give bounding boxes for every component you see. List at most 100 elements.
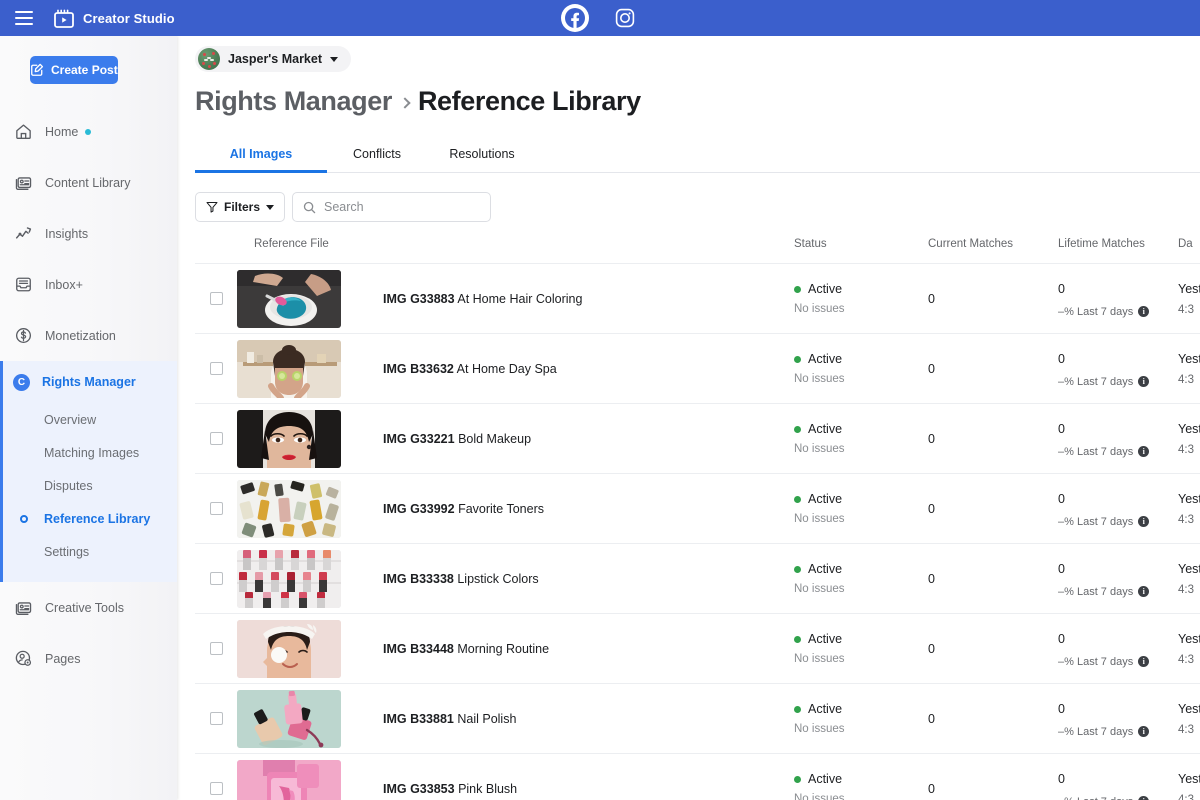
tab-conflicts[interactable]: Conflicts xyxy=(327,136,427,172)
search-box[interactable] xyxy=(292,192,492,222)
search-input[interactable] xyxy=(324,200,475,214)
reference-thumbnail[interactable] xyxy=(237,759,341,800)
table-row[interactable]: IMG G33221 Bold Makeup Active No issues … xyxy=(195,404,1200,474)
reference-file-title: Bold Makeup xyxy=(458,431,532,446)
sidebar-item-rights-manager[interactable]: C Rights Manager xyxy=(3,361,177,403)
reference-file-cell[interactable]: IMG G33992 Favorite Toners xyxy=(237,479,794,538)
info-icon[interactable]: i xyxy=(1138,306,1150,317)
sidebar-item-overview[interactable]: Overview xyxy=(3,403,177,436)
create-post-button[interactable]: Create Post xyxy=(30,56,118,84)
account-switcher[interactable]: Jasper's Market xyxy=(195,46,352,72)
reference-thumbnail[interactable] xyxy=(237,479,341,538)
sidebar-subitem-label: Reference Library xyxy=(44,511,151,526)
row-checkbox[interactable] xyxy=(209,782,223,795)
instagram-icon[interactable] xyxy=(611,4,639,32)
table-row[interactable]: IMG B33881 Nail Polish Active No issues … xyxy=(195,684,1200,754)
reference-thumbnail[interactable] xyxy=(237,409,341,468)
main-content: Jasper's Market Rights Manager Reference… xyxy=(177,36,1200,800)
filters-button[interactable]: Filters xyxy=(195,192,286,222)
lifetime-trend-label: –% Last 7 days xyxy=(1058,725,1134,738)
reference-file-cell[interactable]: IMG B33881 Nail Polish xyxy=(237,689,794,748)
info-icon[interactable]: i xyxy=(1138,516,1150,527)
table-body: IMG G33883 At Home Hair Coloring Active … xyxy=(195,264,1200,800)
column-header-lifetime-matches[interactable]: Lifetime Matches xyxy=(1058,238,1178,250)
row-checkbox[interactable] xyxy=(209,502,223,515)
sidebar-item-reference-library[interactable]: Reference Library xyxy=(3,502,177,535)
date-added-time: 4:3 xyxy=(1178,653,1194,666)
sidebar-item-monetization[interactable]: Monetization xyxy=(0,310,177,361)
facebook-icon[interactable] xyxy=(561,4,589,32)
reference-file-cell[interactable]: IMG G33221 Bold Makeup xyxy=(237,409,794,468)
status-label: Active xyxy=(808,352,843,366)
reference-file-title: Lipstick Colors xyxy=(457,571,539,586)
reference-file-cell[interactable]: IMG G33883 At Home Hair Coloring xyxy=(237,269,794,328)
hamburger-menu-icon[interactable] xyxy=(6,0,42,36)
tab-resolutions[interactable]: Resolutions xyxy=(427,136,537,172)
sidebar-item-disputes[interactable]: Disputes xyxy=(3,469,177,502)
column-header-status[interactable]: Status xyxy=(794,238,928,250)
lifetime-matches-value: 0 xyxy=(1058,351,1065,366)
sidebar-item-creative-tools[interactable]: Creative Tools xyxy=(0,582,177,633)
info-icon[interactable]: i xyxy=(1138,796,1150,800)
info-icon[interactable]: i xyxy=(1138,376,1150,387)
chevron-down-icon[interactable] xyxy=(330,56,339,62)
table-row[interactable]: IMG G33883 At Home Hair Coloring Active … xyxy=(195,264,1200,334)
status-badge: Active xyxy=(794,702,928,716)
row-checkbox[interactable] xyxy=(209,712,223,725)
breadcrumb-parent[interactable]: Rights Manager xyxy=(195,86,392,117)
column-header-date-added[interactable]: Da xyxy=(1178,238,1200,250)
sidebar-item-insights[interactable]: Insights xyxy=(0,208,177,259)
table-row[interactable]: IMG G33992 Favorite Toners Active No iss… xyxy=(195,474,1200,544)
table-row[interactable]: IMG B33632 At Home Day Spa Active No iss… xyxy=(195,334,1200,404)
date-added-time: 4:3 xyxy=(1178,723,1194,736)
reference-file-name: IMG B33632 At Home Day Spa xyxy=(383,362,557,376)
row-checkbox[interactable] xyxy=(209,292,223,305)
tab-all-images[interactable]: All Images xyxy=(195,136,327,173)
sidebar-item-inbox[interactable]: Inbox+ xyxy=(0,259,177,310)
reference-file-cell[interactable]: IMG B33632 At Home Day Spa xyxy=(237,339,794,398)
table-row[interactable]: IMG B33338 Lipstick Colors Active No iss… xyxy=(195,544,1200,614)
info-icon[interactable]: i xyxy=(1138,446,1150,457)
row-checkbox[interactable] xyxy=(209,642,223,655)
reference-thumbnail[interactable] xyxy=(237,619,341,678)
reference-thumbnail[interactable] xyxy=(237,339,341,398)
reference-thumbnail[interactable] xyxy=(237,549,341,608)
info-icon[interactable]: i xyxy=(1138,726,1150,737)
row-checkbox[interactable] xyxy=(209,362,223,375)
status-label: Active xyxy=(808,632,843,646)
sidebar-item-matching-images[interactable]: Matching Images xyxy=(3,436,177,469)
reference-file-name: IMG G33992 Favorite Toners xyxy=(383,502,544,516)
sidebar-item-content-library[interactable]: Content Library xyxy=(0,157,177,208)
reference-thumbnail[interactable] xyxy=(237,689,341,748)
sidebar-item-home[interactable]: Home xyxy=(0,106,177,157)
status-badge: Active xyxy=(794,352,928,366)
reference-file-cell[interactable]: IMG B33338 Lipstick Colors xyxy=(237,549,794,608)
date-added-time: 4:3 xyxy=(1178,793,1194,800)
table-row[interactable]: IMG G33853 Pink Blush Active No issues 0… xyxy=(195,754,1200,800)
lifetime-trend-label: –% Last 7 days xyxy=(1058,445,1134,458)
reference-file-cell[interactable]: IMG B33448 Morning Routine xyxy=(237,619,794,678)
info-icon[interactable]: i xyxy=(1138,656,1150,667)
date-added-value: Yesterday xyxy=(1178,421,1200,436)
row-checkbox[interactable] xyxy=(209,572,223,585)
table-row[interactable]: IMG B33448 Morning Routine Active No iss… xyxy=(195,614,1200,684)
reference-file-cell[interactable]: IMG G33853 Pink Blush xyxy=(237,759,794,800)
reference-file-title: At Home Hair Coloring xyxy=(457,291,583,306)
sidebar-item-label: Content Library xyxy=(45,175,131,190)
current-matches-cell: 0 xyxy=(928,290,1058,308)
column-header-reference-file[interactable]: Reference File xyxy=(237,238,794,250)
reference-thumbnail[interactable] xyxy=(237,269,341,328)
lifetime-trend-label: –% Last 7 days xyxy=(1058,305,1134,318)
sidebar-item-label: Monetization xyxy=(45,328,116,343)
lifetime-matches-value: 0 xyxy=(1058,491,1065,506)
reference-file-name: IMG B33881 Nail Polish xyxy=(383,712,516,726)
column-header-current-matches[interactable]: Current Matches xyxy=(928,238,1058,250)
pages-icon xyxy=(12,648,34,670)
info-icon[interactable]: i xyxy=(1138,586,1150,597)
sidebar-item-pages[interactable]: Pages xyxy=(0,633,177,684)
sidebar-item-settings[interactable]: Settings xyxy=(3,535,177,568)
sidebar-subitem-label: Overview xyxy=(44,412,97,427)
lifetime-trend: –% Last 7 days i xyxy=(1058,586,1178,598)
row-checkbox[interactable] xyxy=(209,432,223,445)
app-title: Creator Studio xyxy=(83,10,175,26)
